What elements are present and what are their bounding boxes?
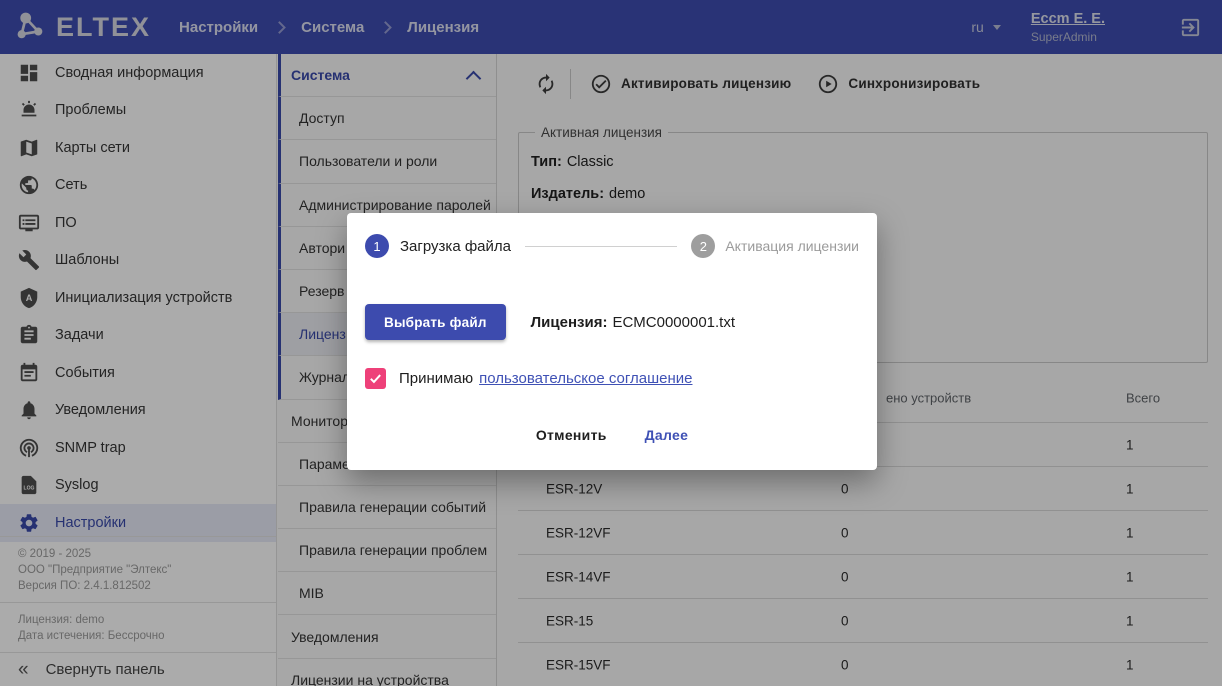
stepper: 1 Загрузка файла 2 Активация лицензии: [365, 233, 859, 259]
cancel-button[interactable]: Отменить: [536, 427, 607, 443]
file-label: Лицензия:: [531, 314, 608, 331]
agreement-link[interactable]: пользовательское соглашение: [479, 370, 692, 387]
license-upload-dialog: 1 Загрузка файла 2 Активация лицензии Вы…: [347, 213, 877, 470]
file-name: ECMC0000001.txt: [612, 314, 735, 331]
agreement-checkbox[interactable]: [365, 368, 386, 389]
agreement-text: Принимаю: [399, 370, 473, 387]
next-button[interactable]: Далее: [645, 427, 689, 443]
step-2-label: Активация лицензии: [725, 238, 859, 254]
step-2-circle: 2: [691, 234, 715, 258]
step-1-label: Загрузка файла: [400, 238, 511, 255]
selected-file-text: Лицензия:ECMC0000001.txt: [531, 314, 735, 331]
agreement-row: Принимаю пользовательское соглашение: [365, 366, 692, 390]
page: ELTEX Настройки Система Лицензия ru Eccm…: [0, 0, 1222, 686]
file-row: Выбрать файл Лицензия:ECMC0000001.txt: [365, 304, 735, 340]
dialog-actions: Отменить Далее: [347, 423, 877, 447]
step-1-circle: 1: [365, 234, 389, 258]
stepper-connector: [525, 246, 677, 247]
choose-file-button[interactable]: Выбрать файл: [365, 304, 506, 340]
